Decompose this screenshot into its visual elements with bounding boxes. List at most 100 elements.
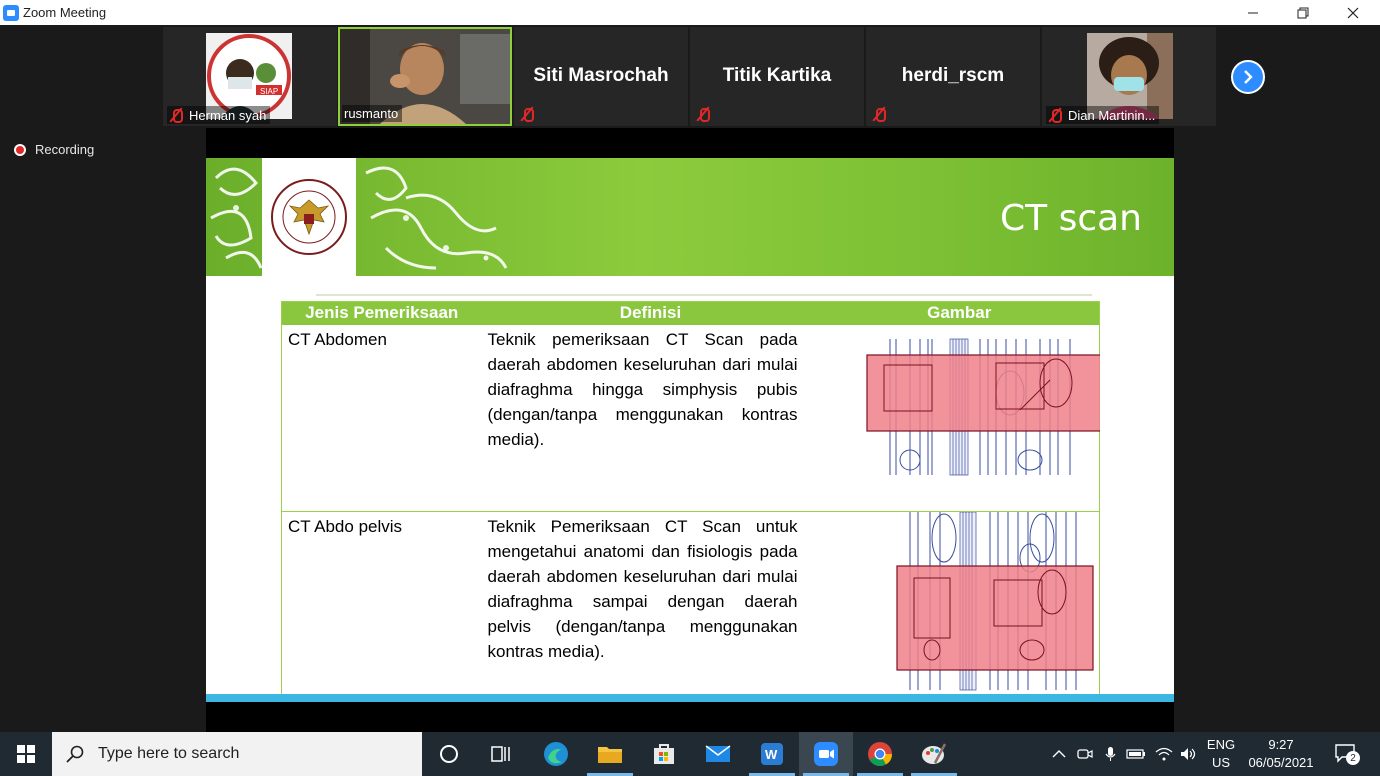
gambar-cell	[820, 511, 1100, 699]
mic-muted-icon	[1048, 107, 1062, 123]
minimize-icon	[1248, 12, 1258, 13]
paint-app[interactable]	[907, 732, 961, 776]
windows-logo-icon	[17, 745, 35, 763]
ornament-swirl-icon	[210, 166, 508, 270]
mic-muted-icon	[696, 106, 710, 122]
column-header: Definisi	[481, 301, 820, 325]
speaker-icon	[1181, 748, 1196, 760]
svg-text:SIAP: SIAP	[260, 87, 278, 96]
slide-divider	[316, 294, 1092, 296]
participant-name: herdi_rscm	[901, 65, 1005, 86]
meet-now-icon	[1077, 749, 1093, 759]
chevron-right-icon	[1244, 70, 1253, 84]
mic-muted-icon	[872, 106, 886, 122]
zoom-app[interactable]	[799, 732, 853, 776]
microphone-icon	[1105, 747, 1116, 761]
input-language-button[interactable]: ENG US	[1202, 732, 1240, 776]
ct-abdomen-scout-image	[865, 338, 1122, 475]
definisi-cell: Teknik pemeriksaan CT Scan pada daerah a…	[481, 324, 820, 512]
show-hidden-icons-button[interactable]	[1048, 732, 1070, 776]
search-icon	[66, 745, 84, 763]
participant-caption: Dian Martinin...	[1046, 106, 1160, 124]
wps-writer-app[interactable]: W	[745, 732, 799, 776]
window-title: Zoom Meeting	[23, 5, 107, 20]
mail-app[interactable]	[691, 732, 745, 776]
chrome-app[interactable]	[853, 732, 907, 776]
slide-title: CT scan	[1000, 198, 1142, 239]
gallery-next-button[interactable]	[1231, 60, 1265, 94]
clock-button[interactable]: 9:27 06/05/2021	[1244, 732, 1318, 776]
volume-tray-button[interactable]	[1178, 732, 1200, 776]
network-tray-button[interactable]	[1152, 732, 1176, 776]
clock-date: 06/05/2021	[1248, 755, 1314, 770]
store-icon	[654, 744, 674, 764]
cortana-button[interactable]	[422, 732, 476, 776]
restore-button[interactable]	[1280, 0, 1326, 25]
zoom-icon	[814, 742, 838, 766]
participant-name: rusmanto	[344, 106, 399, 121]
participant-tile-siti[interactable]: Siti Masrochah	[514, 27, 688, 126]
shared-screen: CT scan Jenis Pemeriksaan Definisi Gamba…	[206, 128, 1174, 732]
edge-app[interactable]	[529, 732, 583, 776]
search-placeholder: Type here to search	[98, 745, 240, 762]
column-header: Gambar	[819, 301, 1100, 325]
participant-tile-titik[interactable]: Titik Kartika	[690, 27, 864, 126]
column-header: Jenis Pemeriksaan	[281, 301, 482, 325]
action-center-button[interactable]: 2	[1326, 732, 1366, 776]
slide-bottom-bar	[206, 694, 1174, 702]
chevron-up-icon	[1052, 750, 1066, 758]
mic-muted-icon	[169, 107, 183, 123]
taskbar-search-box[interactable]: Type here to search	[52, 732, 422, 776]
close-icon	[1347, 7, 1359, 18]
paint-icon	[922, 743, 947, 764]
mic-muted-icon	[520, 106, 534, 122]
definisi-cell: Teknik Pemeriksaan CT Scan untuk mengeta…	[487, 516, 798, 661]
recording-indicator[interactable]: Recording	[14, 142, 94, 157]
chrome-icon	[868, 742, 892, 767]
ct-abdo-pelvis-scout-image	[895, 511, 1094, 690]
task-view-button[interactable]	[474, 732, 528, 776]
participant-caption: Herman syah	[167, 106, 271, 124]
minimize-button[interactable]	[1230, 0, 1276, 25]
recording-label: Recording	[35, 142, 95, 157]
file-explorer-app[interactable]	[583, 732, 637, 776]
cortana-icon	[440, 745, 458, 763]
edge-icon	[544, 742, 568, 766]
wifi-icon	[1155, 747, 1173, 761]
participant-name: Titik Kartika	[722, 65, 832, 86]
close-button[interactable]	[1330, 0, 1376, 25]
window-titlebar: Zoom Meeting	[0, 0, 1380, 25]
zoom-app-icon	[3, 4, 19, 21]
clock-time: 9:27	[1268, 737, 1294, 752]
mail-icon	[705, 745, 731, 762]
participant-tile-herman[interactable]: SIAP Herman syah	[163, 27, 337, 126]
participant-name: Herman syah	[189, 107, 267, 123]
svg-text:W: W	[765, 747, 778, 762]
gambar-cell	[819, 324, 1122, 512]
participant-name: Dian Martinin...	[1068, 107, 1156, 123]
language-label: ENG	[1206, 737, 1236, 752]
meet-now-button[interactable]	[1074, 732, 1096, 776]
battery-icon	[1126, 749, 1145, 759]
participant-tile-dian[interactable]: Dian Martinin...	[1042, 27, 1216, 126]
jenis-cell: CT Abdomen	[281, 324, 482, 512]
slide-banner: CT scan	[206, 158, 1174, 276]
store-app[interactable]	[637, 732, 691, 776]
table-row: CT Abdo pelvis Teknik Pemeriksaan CT Sca…	[282, 511, 1100, 699]
notification-badge: 2	[1346, 751, 1360, 765]
microphone-tray-button[interactable]	[1100, 732, 1120, 776]
participant-tile-rusmanto[interactable]: rusmanto	[338, 27, 512, 126]
participant-tile-herdi[interactable]: herdi_rscm	[866, 27, 1040, 126]
battery-tray-button[interactable]	[1124, 732, 1148, 776]
recording-dot-icon	[14, 143, 26, 156]
presentation-slide: CT scan Jenis Pemeriksaan Definisi Gamba…	[206, 158, 1174, 702]
organization-logo	[271, 179, 347, 255]
region-label: US	[1211, 755, 1231, 770]
start-button[interactable]	[0, 732, 52, 776]
participant-gallery: SIAP Herman syah rusmanto Siti Masrochah…	[0, 25, 1380, 128]
table-header-row: Jenis Pemeriksaan Definisi Gambar	[281, 301, 1100, 325]
jenis-cell: CT Abdo pelvis	[288, 516, 403, 536]
task-view-icon	[491, 746, 510, 762]
ct-scan-table: Jenis Pemeriksaan Definisi Gambar CT Abd…	[281, 301, 1122, 700]
wps-writer-icon: W	[761, 743, 783, 765]
